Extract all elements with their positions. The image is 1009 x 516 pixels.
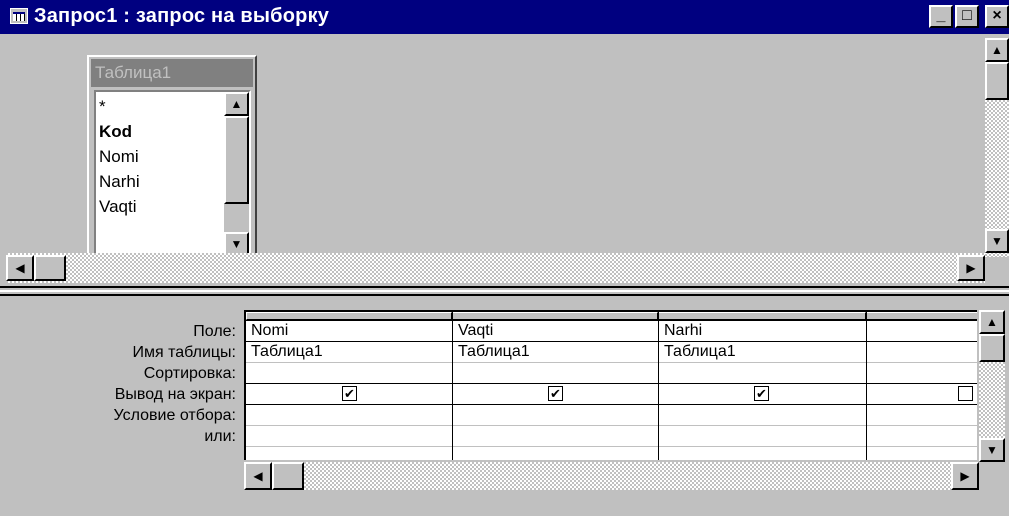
criteria-cell[interactable] [246, 405, 452, 425]
show-checkbox[interactable]: ✔ [342, 386, 357, 401]
sort-cell[interactable] [659, 363, 866, 383]
maximize-button[interactable]: □ [955, 5, 979, 28]
field-item-vaqti[interactable]: Vaqti [99, 194, 137, 219]
table-cell[interactable] [867, 342, 977, 362]
show-checkbox[interactable]: ✔ [754, 386, 769, 401]
scroll-right-icon[interactable]: ▶ [957, 255, 985, 281]
or-cell[interactable] [659, 426, 866, 446]
field-list: * Kod Nomi Narhi Vaqti ▲ ▼ [94, 90, 251, 258]
grid-vertical-thumb[interactable] [979, 334, 1005, 362]
field-item-nomi[interactable]: Nomi [99, 144, 139, 169]
or-cell[interactable] [453, 426, 658, 446]
upper-vertical-thumb[interactable] [985, 62, 1009, 100]
query-design-window: Запрос1 : запрос на выборку _ □ × Таблиц… [0, 0, 1009, 516]
scroll-up-icon[interactable]: ▲ [985, 38, 1009, 62]
criteria-cell[interactable] [453, 405, 658, 425]
or-cell[interactable] [246, 426, 452, 446]
minimize-button[interactable]: _ [929, 5, 953, 28]
query-window-icon[interactable] [10, 8, 28, 24]
scroll-down-icon[interactable]: ▼ [985, 229, 1009, 253]
grid-horizontal-scrollbar[interactable] [244, 462, 979, 490]
column-selector[interactable] [452, 312, 658, 320]
scroll-up-icon[interactable]: ▲ [224, 92, 249, 116]
column-selector[interactable] [658, 312, 866, 320]
scroll-down-icon[interactable]: ▼ [979, 438, 1005, 462]
field-cell[interactable]: Narhi [659, 321, 866, 341]
row-label-show: Вывод на экран: [114, 386, 236, 403]
field-item-kod[interactable]: Kod [99, 119, 132, 144]
field-list-scrollbar[interactable]: ▲ ▼ [224, 92, 249, 256]
tables-pane: Таблица1 * Kod Nomi Narhi Vaqti ▲ ▼ ▲ ▼ … [6, 34, 1009, 286]
table-title[interactable]: Таблица1 [91, 59, 253, 87]
field-cell[interactable]: Vaqti [453, 321, 658, 341]
window-title: Запрос1 : запрос на выборку [34, 5, 330, 27]
field-cell[interactable]: Nomi [246, 321, 452, 341]
design-grid-pane: Поле: Имя таблицы: Сортировка: Вывод на … [0, 296, 1009, 516]
upper-horizontal-thumb[interactable] [34, 255, 66, 281]
field-cell[interactable] [867, 321, 977, 341]
row-label-field: Поле: [193, 323, 236, 340]
close-button[interactable]: × [985, 5, 1009, 28]
sort-cell[interactable] [246, 363, 452, 383]
field-item-all[interactable]: * [99, 94, 106, 119]
column-selector[interactable] [246, 312, 452, 320]
show-checkbox[interactable] [958, 386, 973, 401]
pane-splitter[interactable] [0, 286, 1009, 296]
criteria-cell[interactable] [659, 405, 866, 425]
design-grid: Nomi Таблица1 ✔ Vaqti Таблица1 ✔ Narhi Т… [244, 310, 977, 460]
table-cell[interactable]: Таблица1 [246, 342, 452, 362]
sort-cell[interactable] [453, 363, 658, 383]
row-label-criteria: Условие отбора: [113, 407, 236, 424]
upper-horizontal-scrollbar[interactable] [6, 253, 985, 283]
show-checkbox[interactable]: ✔ [548, 386, 563, 401]
column-selector[interactable] [866, 312, 977, 320]
table-cell[interactable]: Таблица1 [659, 342, 866, 362]
scroll-left-icon[interactable]: ◀ [6, 255, 34, 281]
scroll-left-icon[interactable]: ◀ [244, 462, 272, 490]
grid-horizontal-thumb[interactable] [272, 462, 304, 490]
title-bar[interactable]: Запрос1 : запрос на выборку _ □ × [0, 0, 1009, 34]
row-label-sort: Сортировка: [143, 365, 236, 382]
field-item-narhi[interactable]: Narhi [99, 169, 140, 194]
scroll-right-icon[interactable]: ▶ [951, 462, 979, 490]
scroll-up-icon[interactable]: ▲ [979, 310, 1005, 334]
row-label-or: или: [204, 428, 236, 445]
field-list-scroll-thumb[interactable] [224, 116, 249, 204]
row-label-table: Имя таблицы: [132, 344, 236, 361]
table-cell[interactable]: Таблица1 [453, 342, 658, 362]
table-field-list[interactable]: Таблица1 * Kod Nomi Narhi Vaqti ▲ ▼ [87, 55, 257, 265]
